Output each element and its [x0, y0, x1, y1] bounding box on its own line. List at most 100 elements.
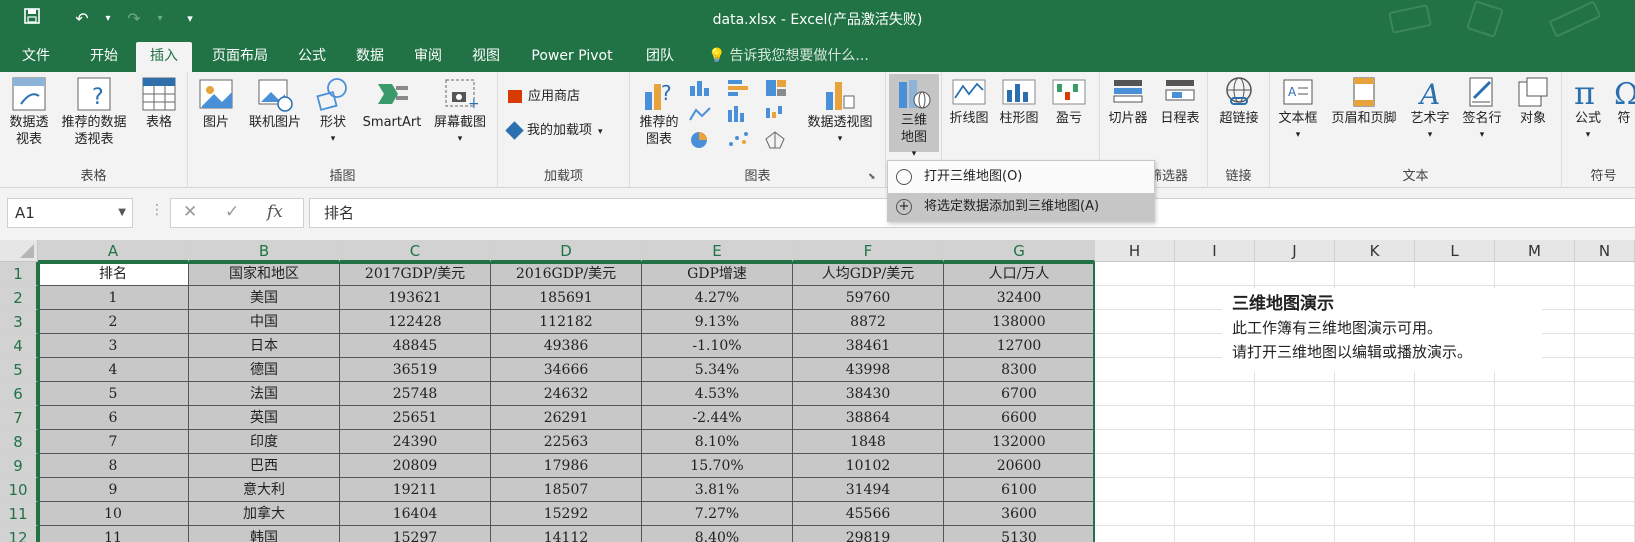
table-cell[interactable]: 6600 — [944, 406, 1095, 430]
empty-cell[interactable] — [1095, 526, 1175, 542]
column-header[interactable]: G — [944, 240, 1095, 262]
timeline-button[interactable]: 日程表 — [1154, 76, 1206, 127]
object-button[interactable]: 对象 — [1508, 76, 1558, 127]
tab-power-pivot[interactable]: Power Pivot — [522, 42, 622, 72]
row-header[interactable]: 4 — [0, 334, 38, 358]
empty-cell[interactable] — [1335, 454, 1415, 478]
table-cell[interactable]: 2 — [38, 310, 189, 334]
table-cell[interactable]: 6 — [38, 406, 189, 430]
table-cell[interactable]: 29819 — [793, 526, 944, 542]
table-cell[interactable]: 31494 — [793, 478, 944, 502]
table-cell[interactable]: 193621 — [340, 286, 491, 310]
table-cell[interactable]: 8.10% — [642, 430, 793, 454]
more-options-icon[interactable]: ⋮ — [150, 202, 164, 218]
slicer-button[interactable]: 切片器 — [1102, 76, 1154, 127]
tab-file[interactable]: 文件 — [10, 42, 62, 72]
wordart-button[interactable]: A 艺术字 ▾ — [1404, 76, 1456, 144]
row-header[interactable]: 8 — [0, 430, 38, 454]
table-cell[interactable]: 1 — [38, 286, 189, 310]
line-chart-icon[interactable] — [688, 104, 714, 124]
empty-cell[interactable] — [1095, 406, 1175, 430]
table-cell[interactable]: 12700 — [944, 334, 1095, 358]
row-header[interactable]: 9 — [0, 454, 38, 478]
table-cell[interactable]: 25748 — [340, 382, 491, 406]
cancel-icon[interactable]: ✕ — [183, 202, 197, 222]
row-header[interactable]: 2 — [0, 286, 38, 310]
table-cell[interactable]: 122428 — [340, 310, 491, 334]
table-cell[interactable]: 英国 — [189, 406, 340, 430]
insert-function-icon[interactable]: fx — [267, 202, 283, 222]
table-cell[interactable]: 24390 — [340, 430, 491, 454]
table-cell[interactable]: 34666 — [491, 358, 642, 382]
table-cell[interactable]: 日本 — [189, 334, 340, 358]
table-cell[interactable]: 32400 — [944, 286, 1095, 310]
empty-cell[interactable] — [1575, 334, 1635, 358]
table-cell[interactable]: 138000 — [944, 310, 1095, 334]
empty-cell[interactable] — [1335, 406, 1415, 430]
table-cell[interactable]: 6700 — [944, 382, 1095, 406]
table-cell[interactable]: 25651 — [340, 406, 491, 430]
table-cell[interactable]: 4.27% — [642, 286, 793, 310]
table-cell[interactable]: 17986 — [491, 454, 642, 478]
name-box[interactable]: A1 ▼ — [7, 198, 133, 228]
empty-cell[interactable] — [1095, 478, 1175, 502]
empty-cell[interactable] — [1415, 430, 1495, 454]
table-cell[interactable]: 38430 — [793, 382, 944, 406]
table-cell[interactable]: 18507 — [491, 478, 642, 502]
empty-cell[interactable] — [1255, 502, 1335, 526]
3d-map-button[interactable]: 三维地图 ▾ — [889, 74, 939, 159]
empty-cell[interactable] — [1095, 286, 1175, 310]
my-addins-button[interactable]: 我的加载项 ▾ — [505, 120, 603, 142]
table-cell[interactable]: 8 — [38, 454, 189, 478]
table-cell[interactable]: 1848 — [793, 430, 944, 454]
sparkline-column-button[interactable]: 柱形图 — [996, 76, 1042, 127]
table-cell[interactable]: 15.70% — [642, 454, 793, 478]
table-cell[interactable]: 巴西 — [189, 454, 340, 478]
table-header-cell[interactable]: 2017GDP/美元 — [340, 262, 491, 286]
table-cell[interactable]: 48845 — [340, 334, 491, 358]
pie-chart-icon[interactable] — [688, 130, 714, 150]
empty-cell[interactable] — [1175, 526, 1255, 542]
hierarchy-chart-icon[interactable] — [764, 78, 790, 98]
empty-cell[interactable] — [1095, 382, 1175, 406]
tab-data[interactable]: 数据 — [346, 42, 394, 72]
empty-cell[interactable] — [1575, 286, 1635, 310]
column-header[interactable]: N — [1575, 240, 1635, 262]
recommended-pivot-button[interactable]: ? 推荐的数据透视表 — [56, 76, 132, 148]
empty-cell[interactable] — [1415, 526, 1495, 542]
empty-cell[interactable] — [1175, 454, 1255, 478]
column-chart-icon[interactable] — [688, 78, 714, 98]
table-cell[interactable]: 49386 — [491, 334, 642, 358]
table-button[interactable]: 表格 — [136, 76, 182, 131]
empty-cell[interactable] — [1575, 406, 1635, 430]
empty-cell[interactable] — [1095, 358, 1175, 382]
table-cell[interactable]: -2.44% — [642, 406, 793, 430]
table-cell[interactable]: 20809 — [340, 454, 491, 478]
table-cell[interactable]: 59760 — [793, 286, 944, 310]
table-cell[interactable]: 美国 — [189, 286, 340, 310]
empty-cell[interactable] — [1255, 382, 1335, 406]
table-cell[interactable]: 26291 — [491, 406, 642, 430]
table-cell[interactable]: 5130 — [944, 526, 1095, 542]
empty-cell[interactable] — [1575, 262, 1635, 286]
select-all-corner[interactable] — [0, 240, 38, 262]
empty-cell[interactable] — [1495, 526, 1575, 542]
pivot-table-button[interactable]: 数据透视表 — [4, 76, 54, 148]
empty-cell[interactable] — [1415, 382, 1495, 406]
empty-cell[interactable] — [1575, 310, 1635, 334]
tab-view[interactable]: 视图 — [462, 42, 510, 72]
empty-cell[interactable] — [1575, 478, 1635, 502]
empty-cell[interactable] — [1495, 454, 1575, 478]
row-header[interactable]: 11 — [0, 502, 38, 526]
empty-cell[interactable] — [1255, 262, 1335, 286]
statistic-chart-icon[interactable] — [726, 104, 752, 124]
smartart-button[interactable]: SmartArt — [360, 76, 424, 131]
table-header-cell[interactable]: GDP增速 — [642, 262, 793, 286]
empty-cell[interactable] — [1175, 478, 1255, 502]
radar-chart-icon[interactable] — [764, 130, 790, 150]
empty-cell[interactable] — [1495, 478, 1575, 502]
row-header[interactable]: 3 — [0, 310, 38, 334]
table-cell[interactable]: 38461 — [793, 334, 944, 358]
shapes-button[interactable]: 形状 ▾ — [312, 76, 354, 148]
empty-cell[interactable] — [1335, 382, 1415, 406]
